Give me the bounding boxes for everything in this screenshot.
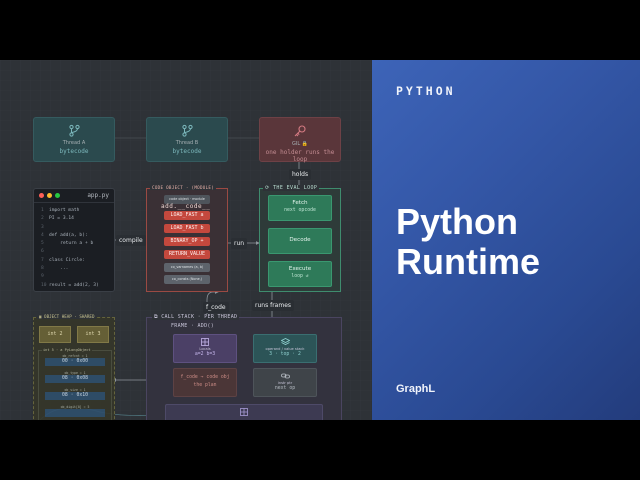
eval-loop-header-text: THE EVAL LOOP	[273, 185, 318, 191]
code-object-name: add.__code__	[161, 203, 211, 210]
code-line: 9	[41, 274, 44, 280]
eyebrow-label: PYTHON	[396, 84, 456, 98]
runtime-diagram: Thread A bytecode Thread B bytecode GIL …	[0, 60, 372, 420]
editor-titlebar: app.py	[34, 189, 114, 203]
step-decode[interactable]: Decode	[268, 228, 332, 254]
call-stack-header: ⧉ CALL STACK · PER THREAD	[152, 314, 240, 320]
step-fetch-subtitle: next opcode	[284, 208, 316, 213]
frame-f-code[interactable]: f_code → code obj the plan	[173, 368, 237, 397]
thread-b-subtitle: bytecode	[172, 148, 202, 155]
title-line-1: Python	[396, 201, 518, 242]
frame-instr-ptr[interactable]: instr ptr next op	[253, 368, 317, 397]
call-stack-header-text: CALL STACK · PER THREAD	[161, 314, 238, 320]
title-panel: PYTHON Python Runtime GraphL	[372, 60, 640, 420]
co-varnames: co_varnames (a, b)	[164, 263, 210, 272]
brand-logo: GraphL	[396, 383, 436, 395]
instr-ptr-caption: instr ptr	[277, 381, 293, 385]
edge-label-compile: compile	[116, 235, 146, 246]
heap-row: ob_digit[0] = 5	[45, 405, 105, 417]
eval-loop-panel[interactable]: ⟳ THE EVAL LOOP Fetch next opcode Decode…	[259, 185, 341, 292]
frame-title: FRAME · ADD()	[171, 323, 215, 329]
title-line-2: Runtime	[396, 241, 540, 282]
next-frame-box[interactable]	[165, 404, 323, 420]
edge-label-runs-frames: runs frames	[252, 300, 295, 311]
loop-icon: ⟳	[265, 185, 273, 191]
thread-a-title: Thread A	[62, 140, 86, 146]
value-stack-caption: operand / value stack	[265, 347, 305, 351]
code-line: 1 import math	[41, 208, 80, 213]
code-line: 6	[41, 249, 44, 255]
thread-b-title: Thread B	[175, 140, 199, 146]
editor-filename: app.py	[87, 192, 109, 199]
step-decode-title: Decode	[289, 237, 311, 243]
opcode-load-fast-b[interactable]: LOAD_FAST b	[164, 224, 210, 233]
layers-icon	[280, 338, 290, 345]
code-line: 3	[41, 224, 44, 230]
heap-row: ob_refcnt = 1 00 · 0x00	[45, 354, 105, 366]
grid-icon	[201, 338, 209, 346]
code-line: 5 return a + b	[41, 241, 94, 247]
maximize-dot-icon[interactable]	[55, 193, 60, 198]
heap-row: ob_size = 1 08 · 0x10	[45, 388, 105, 400]
opcode-load-fast-a[interactable]: LOAD_FAST a	[164, 211, 210, 220]
heap-header: ▦ OBJECT HEAP · SHARED	[37, 314, 97, 319]
code-object-header: CODE OBJECT · (MODULE)	[150, 185, 217, 190]
git-branch-icon	[181, 124, 193, 137]
step-fetch-title: Fetch	[292, 200, 308, 206]
thread-a-node[interactable]: Thread A bytecode	[33, 117, 115, 162]
co-consts: co_consts (None,)	[164, 275, 210, 284]
call-stack-panel[interactable]: ⧉ CALL STACK · PER THREAD FRAME · ADD() …	[146, 314, 342, 420]
step-fetch[interactable]: Fetch next opcode	[268, 195, 332, 221]
code-line: 8 ...	[41, 266, 69, 272]
minimize-dot-icon[interactable]	[47, 193, 52, 198]
locals-value: a=2 b=3	[194, 352, 216, 357]
heap-int-3[interactable]: int 3	[77, 326, 109, 343]
opcode-binary-op[interactable]: BINARY_OP +	[164, 237, 210, 246]
heap-list-label: int 5 · a PyLongObject	[42, 348, 92, 352]
code-line: 10 result = add(2, 3)	[41, 282, 99, 288]
link-icon	[280, 373, 290, 379]
frame-locals[interactable]: Locals a=2 b=3	[173, 334, 237, 363]
heap-row: ob_type = 1 08 · 0x08	[45, 371, 105, 383]
gil-title: GIL 🔒	[292, 141, 308, 147]
frame-value-stack[interactable]: operand / value stack 3 · top · 2	[253, 334, 317, 363]
close-dot-icon[interactable]	[39, 193, 44, 198]
instr-ptr-value: next op	[274, 386, 296, 391]
code-line: 4 def add(a, b):	[41, 232, 88, 238]
editor-code[interactable]: 1 import math 2 PI = 3.14 3 4 def add(a, b): 5 …	[34, 203, 114, 290]
code-object-panel[interactable]: CODE OBJECT · (MODULE) code object · mod…	[146, 185, 228, 292]
code-editor-window[interactable]: app.py 1 import math 2 PI = 3.14 3 4 def add(a…	[33, 188, 115, 292]
key-icon	[294, 125, 306, 137]
git-branch-icon	[68, 124, 80, 137]
code-line: 7 class Circle:	[41, 257, 85, 263]
f-code-value: f_code → code obj	[180, 375, 230, 380]
locals-caption: Locals	[199, 347, 211, 351]
eval-loop-header: ⟳ THE EVAL LOOP	[263, 185, 320, 191]
thread-b-node[interactable]: Thread B bytecode	[146, 117, 228, 162]
step-execute-subtitle: loop ↺	[291, 274, 309, 279]
heap-int-5-object[interactable]: int 5 · a PyLongObject ob_refcnt = 1 00 ·…	[38, 348, 112, 420]
object-heap-panel[interactable]: ▦ OBJECT HEAP · SHARED int 2 int 3 int 5…	[33, 314, 115, 420]
value-stack-value: 3 · top · 2	[269, 352, 301, 357]
heap-int-2[interactable]: int 2	[39, 326, 71, 343]
grid-icon	[240, 408, 248, 416]
gil-subtitle: one holder runs the loop	[265, 149, 335, 163]
edge-label-holds: holds	[289, 169, 312, 180]
thumbnail: Thread A bytecode Thread B bytecode GIL …	[0, 60, 640, 420]
step-execute-title: Execute	[288, 266, 312, 272]
opcode-return-value[interactable]: RETURN_VALUE	[164, 250, 210, 259]
gil-node[interactable]: GIL 🔒 one holder runs the loop	[259, 117, 341, 163]
heap-header-text: OBJECT HEAP · SHARED	[44, 314, 95, 319]
f-code-sub: the plan	[193, 383, 217, 388]
step-execute[interactable]: Execute loop ↺	[268, 261, 332, 287]
code-line: 2 PI = 3.14	[41, 216, 74, 222]
edge-label-run: run	[231, 238, 248, 249]
page-title: Python Runtime	[396, 202, 540, 282]
edge-label-f-code: f_code	[203, 302, 229, 313]
thread-a-subtitle: bytecode	[59, 148, 89, 155]
